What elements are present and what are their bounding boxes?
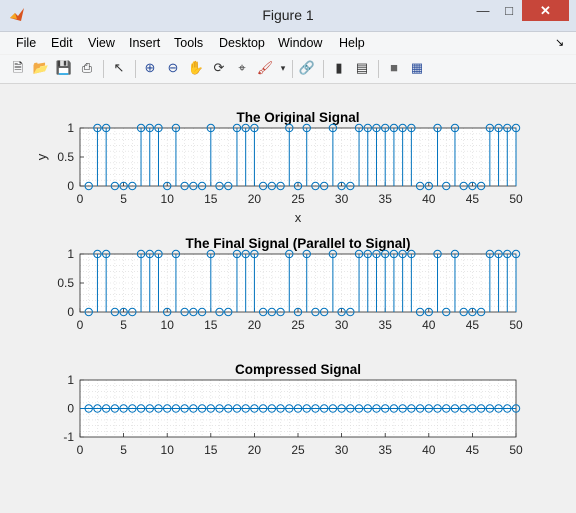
y-tick-label: 1 <box>67 121 74 135</box>
x-tick-label: 20 <box>248 192 262 206</box>
title-bar[interactable]: Figure 1 — □ ✕ <box>0 0 576 32</box>
menu-window[interactable]: Window <box>278 36 322 50</box>
link-icon[interactable]: 🔗 <box>298 59 316 77</box>
x-tick-label: 10 <box>161 318 175 332</box>
plot-title: Compressed Signal <box>235 362 361 377</box>
brush-dropdown-icon[interactable]: ▾ <box>274 59 292 77</box>
toolbar-separator <box>323 60 324 78</box>
menu-view[interactable]: View <box>88 36 115 50</box>
maximize-icon[interactable]: □ <box>496 0 522 21</box>
dock-arrow-icon[interactable]: ↘ <box>555 36 564 49</box>
x-tick-label: 45 <box>466 318 480 332</box>
toolbar: 🗎 📂 💾 ⎙ ↖ ⊕ ⊖ ✋ ⟳ ⌖ 🖌 ▾ 🔗 ▮ ▤ ■ ▦ <box>0 55 576 84</box>
x-tick-label: 50 <box>509 318 523 332</box>
plot-title: The Original Signal <box>236 110 359 125</box>
rotate-icon[interactable]: ⟳ <box>210 59 228 77</box>
open-icon[interactable]: 📂 <box>32 59 50 77</box>
x-tick-label: 40 <box>422 318 436 332</box>
toolbar-separator <box>292 60 293 78</box>
x-axis-label: x <box>295 210 302 225</box>
x-tick-label: 35 <box>379 318 393 332</box>
y-tick-label: -1 <box>63 430 74 444</box>
toolbar-separator <box>103 60 104 78</box>
x-tick-label: 30 <box>335 192 349 206</box>
x-tick-label: 20 <box>248 443 262 457</box>
x-tick-label: 50 <box>509 192 523 206</box>
x-tick-label: 0 <box>77 318 84 332</box>
y-tick-label: 0.5 <box>57 150 74 164</box>
brush-icon[interactable]: 🖌 <box>256 59 274 77</box>
menu-insert[interactable]: Insert <box>129 36 160 50</box>
x-tick-label: 0 <box>77 192 84 206</box>
x-tick-label: 15 <box>204 192 218 206</box>
axes-background <box>80 128 516 186</box>
colorbar-icon[interactable]: ▮ <box>330 59 348 77</box>
x-tick-label: 25 <box>291 443 305 457</box>
x-tick-label: 10 <box>161 443 175 457</box>
print-icon[interactable]: ⎙ <box>78 59 96 77</box>
y-tick-label: 0 <box>67 179 74 193</box>
x-tick-label: 35 <box>379 192 393 206</box>
x-tick-label: 40 <box>422 443 436 457</box>
x-tick-label: 35 <box>379 443 393 457</box>
minimize-icon[interactable]: — <box>470 0 496 21</box>
toolbar-separator <box>378 60 379 78</box>
x-tick-label: 25 <box>291 192 305 206</box>
y-tick-label: 0 <box>67 305 74 319</box>
axes-background <box>80 254 516 312</box>
x-tick-label: 40 <box>422 192 436 206</box>
menu-bar: File Edit View Insert Tools Desktop Wind… <box>0 32 576 54</box>
menu-desktop[interactable]: Desktop <box>219 36 265 50</box>
zoom-in-icon[interactable]: ⊕ <box>141 59 159 77</box>
x-tick-label: 45 <box>466 192 480 206</box>
menu-help[interactable]: Help <box>339 36 365 50</box>
hide-plot-tools-icon[interactable]: ■ <box>385 59 403 77</box>
legend-icon[interactable]: ▤ <box>353 59 371 77</box>
new-figure-icon[interactable]: 🗎 <box>9 59 27 77</box>
y-axis-label: y <box>34 153 49 160</box>
show-plot-tools-icon[interactable]: ▦ <box>408 59 426 77</box>
toolbar-separator <box>135 60 136 78</box>
figure-area: 0 5 10 15 20 25 30 35 40 45 50 0 0.5 1 The Original Si… <box>8 84 569 506</box>
x-tick-label: 15 <box>204 318 218 332</box>
x-tick-label: 15 <box>204 443 218 457</box>
close-icon[interactable]: ✕ <box>522 0 569 21</box>
menu-file[interactable]: File <box>16 36 36 50</box>
x-tick-label: 50 <box>509 443 523 457</box>
y-tick-label: 1 <box>67 247 74 261</box>
y-tick-label: 1 <box>67 373 74 387</box>
x-tick-label: 45 <box>466 443 480 457</box>
x-tick-label: 10 <box>161 192 175 206</box>
data-cursor-icon[interactable]: ⌖ <box>233 59 251 77</box>
x-tick-label: 5 <box>120 443 127 457</box>
pan-icon[interactable]: ✋ <box>187 59 205 77</box>
x-tick-label: 5 <box>120 318 127 332</box>
save-icon[interactable]: 💾 <box>55 59 73 77</box>
menu-edit[interactable]: Edit <box>51 36 73 50</box>
plots-canvas: 0 5 10 15 20 25 30 35 40 45 5000.51The Original Si… <box>34 110 523 457</box>
y-tick-label: 0.5 <box>57 276 74 290</box>
x-tick-label: 20 <box>248 318 262 332</box>
x-tick-label: 5 <box>120 192 127 206</box>
x-tick-label: 30 <box>335 318 349 332</box>
x-tick-label: 0 <box>77 443 84 457</box>
y-tick-label: 0 <box>67 402 74 416</box>
x-tick-label: 25 <box>291 318 305 332</box>
menu-tools[interactable]: Tools <box>174 36 203 50</box>
x-tick-label: 30 <box>335 443 349 457</box>
zoom-out-icon[interactable]: ⊖ <box>164 59 182 77</box>
plot-title: The Final Signal (Parallel to Signal) <box>185 236 410 251</box>
pointer-icon[interactable]: ↖ <box>110 59 128 77</box>
